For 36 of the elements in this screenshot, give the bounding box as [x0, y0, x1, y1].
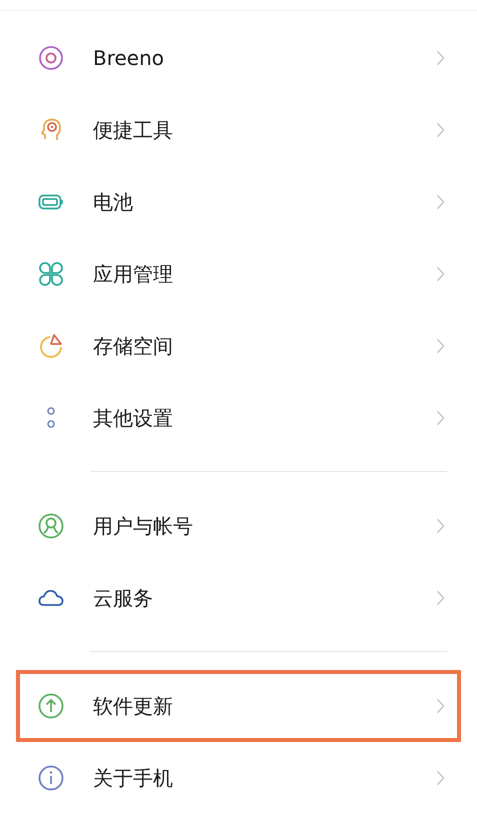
item-label: 用户与帐号 [93, 512, 194, 540]
settings-item[interactable]: 其他设置 [16, 382, 461, 454]
settings-item[interactable]: 电池 [16, 166, 461, 238]
chevron-icon [436, 50, 445, 66]
chevron-icon [436, 590, 445, 606]
chevron-icon [436, 122, 445, 138]
grid-icon [38, 261, 64, 287]
chevron-icon [436, 518, 445, 534]
item-label: 应用管理 [93, 260, 174, 288]
head-icon [38, 117, 64, 143]
item-label: 其他设置 [93, 404, 174, 432]
pie-icon [38, 333, 64, 359]
settings-item[interactable]: 关于手机 [16, 742, 461, 814]
item-label: 关于手机 [93, 764, 174, 792]
info-icon [38, 765, 64, 791]
settings-item[interactable]: 存储空间 [16, 310, 461, 382]
chevron-icon [436, 266, 445, 282]
settings-item[interactable]: 软件更新 [16, 670, 461, 742]
item-label: 云服务 [93, 584, 154, 612]
chevron-icon [436, 698, 445, 714]
target-icon [38, 45, 64, 71]
settings-item[interactable]: 用户与帐号 [16, 490, 461, 562]
settings-item[interactable]: 云服务 [16, 562, 461, 634]
item-label: 存储空间 [93, 332, 174, 360]
chevron-icon [436, 770, 445, 786]
chevron-icon [436, 338, 445, 354]
settings-item[interactable]: Breeno [16, 22, 461, 94]
settings-item[interactable]: 便捷工具 [16, 94, 461, 166]
item-label: Breeno [93, 46, 166, 70]
chevron-icon [436, 410, 445, 426]
user-icon [38, 513, 64, 539]
chevron-icon [436, 194, 445, 210]
settings-item[interactable]: 应用管理 [16, 238, 461, 310]
item-label: 软件更新 [93, 692, 174, 720]
item-label: 电池 [93, 188, 134, 216]
item-label: 便捷工具 [93, 116, 174, 144]
